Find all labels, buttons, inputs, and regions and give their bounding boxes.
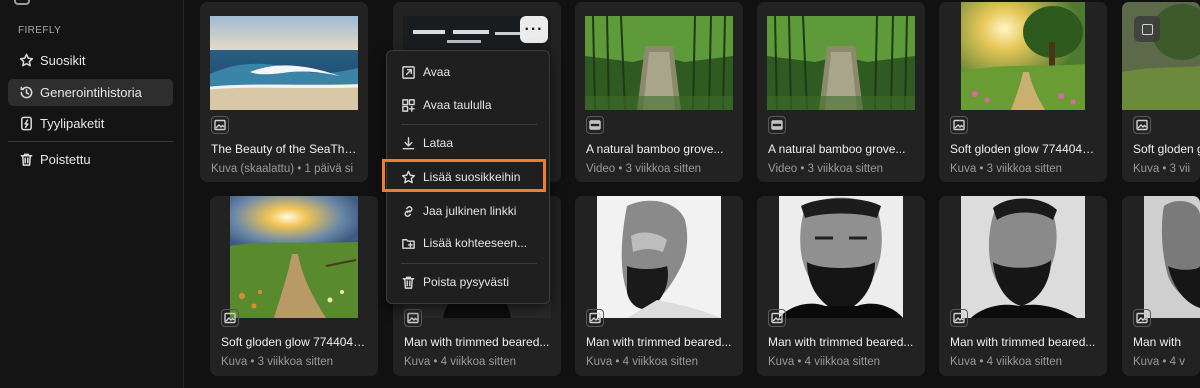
card-title: Man with: [1133, 335, 1182, 349]
history-icon: [18, 85, 34, 101]
asset-card[interactable]: Man with trimmed beared... Kuva • 4 viik…: [575, 196, 743, 376]
menu-item-add-to[interactable]: Lisää kohteeseen...: [387, 230, 549, 256]
thumbnail-bearded-man: [779, 196, 903, 318]
image-type-icon: [950, 116, 968, 134]
menu-item-label: Lisää kohteeseen...: [423, 236, 528, 250]
select-checkbox[interactable]: [1134, 16, 1160, 42]
card-title: Soft gloden g: [1133, 142, 1200, 156]
card-title: A natural bamboo grove...: [586, 142, 724, 156]
thumbnail-bamboo-grove: [585, 16, 733, 110]
asset-card[interactable]: Man with trimmed beared... Kuva • 4 viik…: [757, 196, 925, 376]
video-type-icon: [586, 116, 604, 134]
sidebar-item-label: Tyylipaketit: [40, 116, 105, 131]
menu-divider: [401, 263, 537, 264]
sidebar-item-label: Generointihistoria: [40, 85, 142, 100]
open-icon: [402, 65, 415, 79]
sidebar: FIREFLY Suosikit Generointihistoria Tyyl…: [0, 0, 184, 388]
asset-card[interactable]: A natural bamboo grove... Video • 3 viik…: [757, 2, 925, 182]
card-meta: Kuva • 3 viikkoa sitten: [950, 163, 1063, 175]
thumbnail-sea-waves: [210, 16, 358, 110]
video-type-icon: [768, 116, 786, 134]
menu-item-share-link[interactable]: Jaa julkinen linkki: [387, 198, 549, 224]
sidebar-item-label: Suosikit: [40, 53, 86, 68]
image-type-icon: [404, 309, 422, 327]
sidebar-item-favorites[interactable]: Suosikit: [8, 47, 173, 74]
download-icon: [402, 136, 415, 149]
image-type-icon: [221, 309, 239, 327]
checkbox-icon: [1141, 23, 1153, 35]
card-title: Man with trimmed beared...: [768, 335, 914, 349]
sidebar-divider: [8, 141, 173, 142]
asset-card[interactable]: Man with Kuva • 4 v: [1122, 196, 1200, 376]
menu-item-label: Jaa julkinen linkki: [423, 204, 517, 218]
sidebar-item-generation-history[interactable]: Generointihistoria: [8, 79, 173, 106]
board-icon: [402, 98, 415, 112]
card-meta: Kuva • 4 viikkoa sitten: [404, 356, 517, 368]
menu-item-open[interactable]: Avaa: [387, 59, 549, 85]
card-meta: Kuva • 4 viikkoa sitten: [950, 356, 1063, 368]
card-meta: Video • 3 viikkoa sitten: [768, 163, 884, 175]
more-options-button[interactable]: ···: [520, 16, 548, 43]
folder-add-icon: [402, 238, 415, 249]
thumbnail-bearded-man: [1144, 196, 1200, 318]
image-type-icon: [586, 309, 604, 327]
card-meta: Kuva • 3 vii: [1133, 163, 1191, 175]
card-meta: Kuva • 4 viikkoa sitten: [768, 356, 881, 368]
card-title: The Beauty of the SeaThe...: [211, 142, 361, 156]
card-meta: Kuva • 3 viikkoa sitten: [221, 356, 334, 368]
trash-icon: [402, 276, 415, 289]
style-kit-icon: [18, 116, 34, 132]
image-type-icon: [1133, 309, 1151, 327]
sidebar-section-title: FIREFLY: [18, 25, 62, 36]
highlight-outline: [382, 159, 546, 192]
thumbnail-golden-path: [230, 196, 358, 318]
card-title: Man with trimmed beared...: [404, 335, 550, 349]
trash-icon: [18, 152, 34, 168]
asset-card[interactable]: A natural bamboo grove... Video • 3 viik…: [575, 2, 743, 182]
thumbnail-golden-meadow: [961, 2, 1085, 110]
card-meta: Kuva • 4 v: [1133, 356, 1185, 368]
menu-item-open-board[interactable]: Avaa taululla: [387, 92, 549, 118]
asset-card[interactable]: The Beauty of the SeaThe... Kuva (skaala…: [200, 2, 368, 182]
thumbnail-bamboo-grove: [767, 16, 915, 110]
asset-card[interactable]: Soft gloden glow 77440426... Kuva • 3 vi…: [939, 2, 1107, 182]
link-icon: [404, 205, 413, 217]
card-meta: Kuva • 4 viikkoa sitten: [586, 356, 699, 368]
image-type-icon: [211, 116, 229, 134]
image-type-icon: [950, 309, 968, 327]
thumbnail-bearded-man: [961, 196, 1085, 318]
menu-item-label: Avaa: [423, 65, 451, 79]
sidebar-item-style-kits[interactable]: Tyylipaketit: [8, 110, 173, 137]
card-title: Man with trimmed beared...: [586, 335, 732, 349]
sidebar-top-icon: [14, 0, 30, 5]
image-type-icon: [768, 309, 786, 327]
asset-card[interactable]: Man with trimmed beared... Kuva • 4 viik…: [939, 196, 1107, 376]
asset-card[interactable]: Soft gloden glow 77440428... Kuva • 3 vi…: [210, 196, 378, 376]
sidebar-item-label: Poistettu: [40, 152, 91, 167]
image-type-icon: [1133, 116, 1151, 134]
menu-item-label: Lataa: [423, 136, 454, 150]
thumbnail-bearded-man: [597, 196, 721, 318]
star-icon: [18, 53, 34, 69]
card-title: Soft gloden glow 77440426...: [950, 142, 1100, 156]
menu-item-label: Avaa taululla: [423, 98, 492, 112]
card-title: Soft gloden glow 77440428...: [221, 335, 371, 349]
sidebar-item-deleted[interactable]: Poistettu: [8, 146, 173, 173]
menu-item-download[interactable]: Lataa: [387, 130, 549, 156]
card-title: A natural bamboo grove...: [768, 142, 906, 156]
card-title: Man with trimmed beared...: [950, 335, 1096, 349]
menu-item-delete-permanently[interactable]: Poista pysyvästi: [387, 269, 549, 295]
menu-item-label: Poista pysyvästi: [423, 275, 510, 289]
card-meta: Video • 3 viikkoa sitten: [586, 163, 702, 175]
menu-divider: [401, 124, 537, 125]
card-meta: Kuva (skaalattu) • 1 päivä si: [211, 163, 354, 175]
